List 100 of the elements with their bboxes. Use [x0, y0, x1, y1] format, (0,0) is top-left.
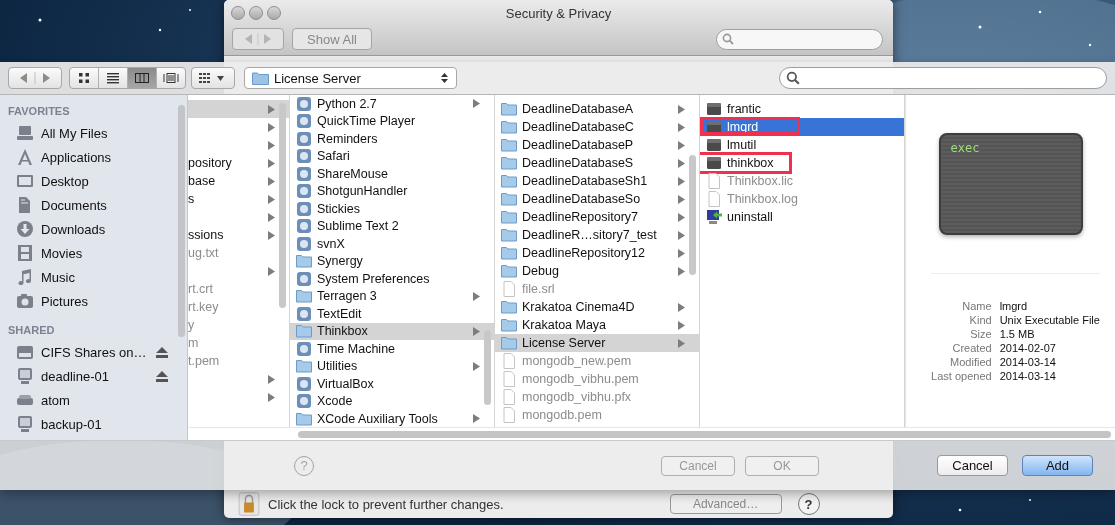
add-button[interactable]: Add — [1022, 455, 1093, 476]
close-button[interactable] — [231, 6, 245, 20]
list-item[interactable]: thinkbox — [700, 154, 904, 172]
list-item[interactable]: Thinkbox.log — [700, 190, 904, 208]
list-item[interactable]: DeadlineDatabaseSh1 — [495, 172, 699, 190]
list-item[interactable]: mongodb.pem — [495, 406, 699, 424]
list-item[interactable]: Safari — [290, 147, 494, 165]
list-item[interactable]: Synergy — [290, 252, 494, 270]
sidebar-item[interactable]: deadline-01 — [8, 364, 168, 388]
list-item[interactable]: Thinkbox.lic — [700, 172, 904, 190]
help-button[interactable]: ? — [797, 493, 820, 515]
terminal-icon — [706, 101, 722, 117]
sidebar-item[interactable]: backup-01 — [8, 412, 168, 436]
minimize-button[interactable] — [249, 6, 263, 20]
grid-icon — [78, 72, 90, 84]
list-item[interactable]: DeadlineRepository12 — [495, 244, 699, 262]
list-item[interactable]: ug.txt — [188, 244, 289, 262]
list-item[interactable]: TextEdit — [290, 305, 494, 323]
lock-icon[interactable] — [238, 492, 260, 516]
folder-icon — [296, 358, 312, 375]
folder-icon — [501, 299, 517, 315]
folder-icon — [501, 209, 517, 225]
sidebar-item[interactable]: Desktop — [8, 169, 168, 193]
sidebar-item[interactable]: CIFS Shares on… — [8, 340, 168, 364]
list-item[interactable]: ssions — [188, 226, 289, 244]
list-item[interactable]: Time Machine — [290, 340, 494, 358]
list-item[interactable]: Krakatoa Maya — [495, 316, 699, 334]
cancel-button[interactable]: Cancel — [937, 455, 1008, 476]
sidebar-item[interactable]: Pictures — [8, 289, 168, 313]
eject-icon[interactable] — [156, 346, 168, 358]
list-item[interactable]: frantic — [700, 100, 904, 118]
scrollbar-thumb[interactable] — [298, 430, 1111, 438]
list-item[interactable]: XCode Auxiliary Tools — [290, 410, 494, 427]
list-item[interactable]: QuickTime Player — [290, 112, 494, 130]
applications-icon — [16, 148, 34, 166]
list-item[interactable]: uninstall — [700, 208, 904, 226]
sidebar-item[interactable]: atom — [8, 388, 168, 412]
list-item[interactable]: DeadlineDatabaseP — [495, 136, 699, 154]
list-item[interactable]: mongodb_new.pem — [495, 352, 699, 370]
list-item[interactable]: DeadlineDatabaseC — [495, 118, 699, 136]
document-icon — [501, 389, 517, 405]
list-item[interactable]: rt.crt — [188, 280, 289, 298]
info-value: Unix Executable File — [999, 314, 1100, 326]
folder-icon — [296, 253, 312, 270]
list-item[interactable]: Stickies — [290, 200, 494, 218]
list-item[interactable]: ShotgunHandler — [290, 182, 494, 200]
list-item[interactable]: pository — [188, 154, 289, 172]
list-item[interactable]: ShareMouse — [290, 165, 494, 183]
sidebar-item[interactable]: Documents — [8, 193, 168, 217]
list-item[interactable]: DeadlineDatabaseSo — [495, 190, 699, 208]
list-item[interactable]: Terragen 3 — [290, 287, 494, 305]
list-item[interactable]: DeadlineRepository7 — [495, 208, 699, 226]
app-icon — [296, 393, 312, 410]
list-item[interactable]: Sublime Text 2 — [290, 217, 494, 235]
list-item[interactable]: DeadlineDatabaseS — [495, 154, 699, 172]
list-item[interactable]: y — [188, 316, 289, 334]
list-item[interactable]: svnX — [290, 235, 494, 253]
list-item[interactable]: lmutil — [700, 136, 904, 154]
list-item[interactable]: Reminders — [290, 130, 494, 148]
scrollbar-thumb[interactable] — [484, 330, 491, 405]
list-item[interactable]: file.srl — [495, 280, 699, 298]
sidebar-item[interactable]: Downloads — [8, 217, 168, 241]
list-item[interactable]: mongodb_vibhu.pem — [495, 370, 699, 388]
list-item[interactable]: DeadlineDatabaseA — [495, 100, 699, 118]
list-item[interactable]: DeadlineR…sitory7_test — [495, 226, 699, 244]
eject-icon[interactable] — [156, 370, 168, 382]
info-value: 1.5 MB — [999, 328, 1036, 340]
list-item[interactable]: Xcode — [290, 392, 494, 410]
list-item[interactable]: m — [188, 334, 289, 352]
list-item[interactable]: t.pem — [188, 352, 289, 370]
sidebar-heading: FAVORITES — [8, 104, 71, 119]
arrange-button[interactable] — [191, 67, 235, 89]
app-icon — [296, 183, 312, 200]
folder-icon — [501, 191, 517, 207]
path-popup[interactable]: License Server — [244, 67, 457, 89]
list-item[interactable]: VirtualBox — [290, 375, 494, 393]
list-item[interactable]: Debug — [495, 262, 699, 280]
list-item[interactable]: System Preferences — [290, 270, 494, 288]
sidebar-item[interactable]: Applications — [8, 145, 168, 169]
list-item[interactable]: License Server — [495, 334, 699, 352]
scrollbar-thumb[interactable] — [279, 103, 286, 308]
sidebar-item[interactable]: All My Files — [8, 121, 168, 145]
list-item[interactable]: Thinkbox — [290, 322, 494, 340]
list-item[interactable]: mongodb_vibhu.pfx — [495, 388, 699, 406]
arrow-icon — [473, 99, 480, 109]
list-item[interactable]: Krakatoa Cinema4D — [495, 298, 699, 316]
columns-view-button[interactable] — [127, 68, 156, 88]
back-forward-control[interactable] — [232, 28, 284, 50]
scrollbar-thumb[interactable] — [178, 105, 185, 337]
sidebar-item[interactable]: Movies — [8, 241, 168, 265]
back-forward-control[interactable] — [8, 67, 62, 89]
search-field[interactable] — [716, 28, 883, 50]
search-field[interactable] — [779, 67, 1107, 89]
list-item[interactable]: Python 2.7 — [290, 95, 494, 113]
sidebar-item[interactable]: Music — [8, 265, 168, 289]
list-item[interactable]: Utilities — [290, 357, 494, 375]
zoom-button[interactable] — [267, 6, 281, 20]
scrollbar-thumb[interactable] — [689, 155, 696, 275]
list-item[interactable]: s — [188, 190, 289, 208]
list-item[interactable]: base — [188, 172, 289, 190]
